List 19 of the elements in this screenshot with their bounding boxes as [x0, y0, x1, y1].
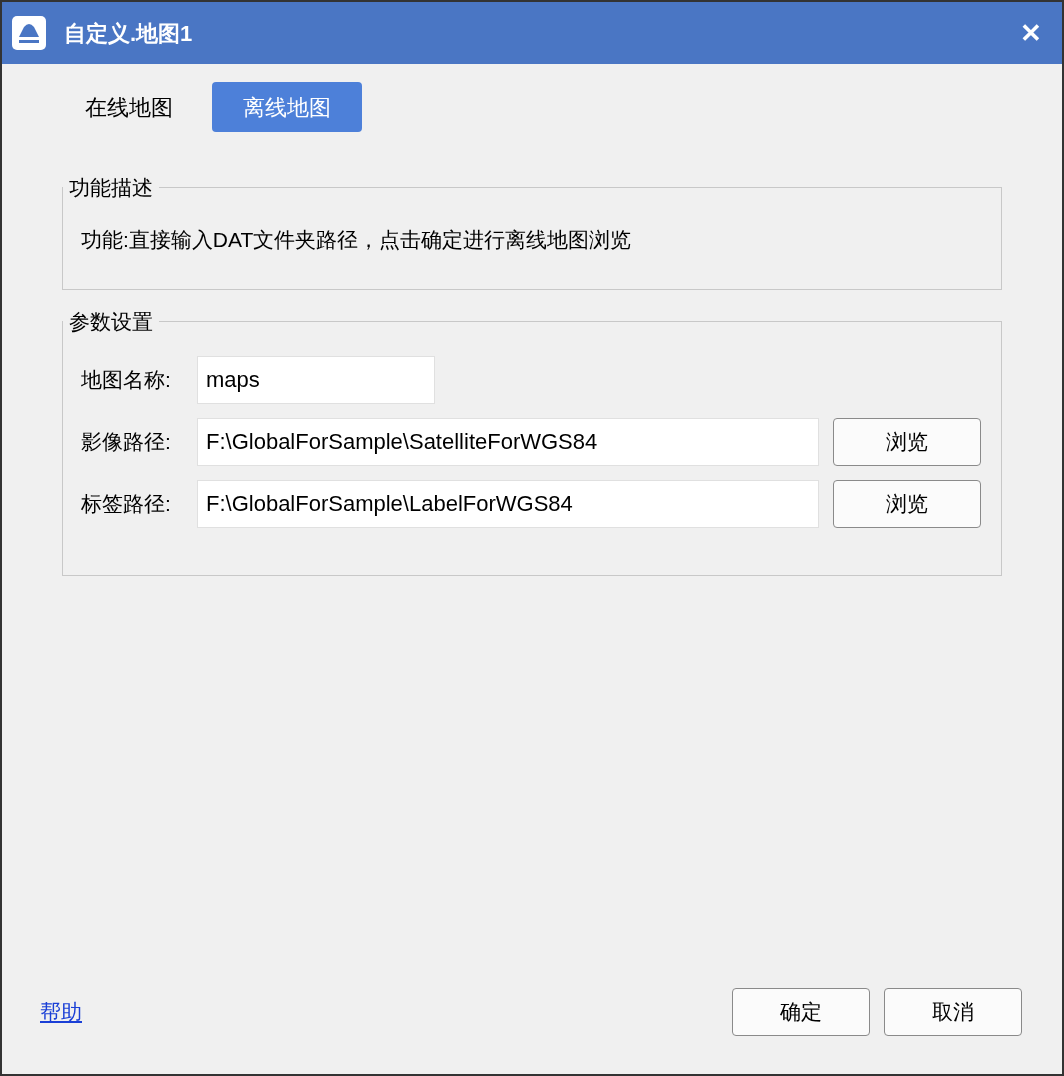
dialog-button[interactable]: 取消 — [884, 988, 1022, 1036]
dialog-button[interactable]: 确定 — [732, 988, 870, 1036]
window-title: 自定义.地图1 — [64, 19, 193, 48]
description-text: 功能:直接输入DAT文件夹路径，点击确定进行离线地图浏览 — [81, 226, 633, 253]
group-title: 参数设置 — [68, 309, 154, 335]
tab[interactable]: 在线地图 — [54, 82, 204, 132]
field-label: 影像路径: — [81, 428, 172, 455]
browse-button[interactable]: 浏览 — [833, 479, 981, 528]
input-field[interactable]: maps — [197, 355, 435, 404]
field-label: 标签路径: — [81, 490, 172, 517]
group-title: 功能描述 — [68, 175, 154, 201]
input-field[interactable]: F:\GlobalForSample\LabelForWGS84 — [197, 479, 819, 528]
close-button[interactable]: ✕ — [1020, 13, 1042, 53]
app-logo-icon — [12, 16, 46, 50]
browse-button[interactable]: 浏览 — [833, 417, 981, 466]
input-field[interactable]: F:\GlobalForSample\SatelliteForWGS84 — [197, 417, 819, 466]
tab[interactable]: 离线地图 — [212, 82, 362, 132]
field-label: 地图名称: — [81, 366, 172, 393]
help-link[interactable]: 帮助 — [40, 996, 82, 1028]
